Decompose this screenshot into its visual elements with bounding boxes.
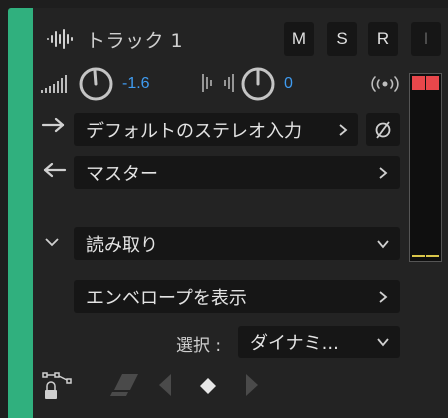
automation-mode-value: 読み取り bbox=[86, 234, 158, 256]
track-color-strip bbox=[8, 8, 33, 418]
chevron-right-icon bbox=[376, 166, 390, 180]
chevron-down-icon bbox=[376, 335, 390, 349]
volume-icon bbox=[41, 75, 67, 93]
meter-level-left bbox=[412, 255, 425, 257]
select-label: 選択 : bbox=[176, 336, 222, 356]
clip-indicator-left[interactable] bbox=[412, 76, 425, 90]
automation-mode-select[interactable]: 読み取り bbox=[74, 227, 400, 260]
input-monitor-button[interactable]: I bbox=[411, 22, 441, 56]
output-arrow-icon bbox=[43, 162, 67, 178]
waveform-icon bbox=[47, 29, 73, 49]
phase-invert-icon bbox=[375, 120, 391, 139]
eraser-icon[interactable] bbox=[108, 370, 144, 400]
pan-knob[interactable] bbox=[240, 66, 276, 102]
chevron-right-icon bbox=[376, 290, 390, 304]
output-select[interactable]: マスター bbox=[74, 156, 400, 189]
mute-button[interactable]: M bbox=[284, 22, 314, 56]
meter-level-right bbox=[426, 255, 439, 257]
solo-button[interactable]: S bbox=[327, 22, 357, 56]
previous-keyframe-icon[interactable] bbox=[156, 372, 174, 398]
show-envelopes-button[interactable]: エンベロープを表示 bbox=[74, 280, 400, 313]
select-dropdown[interactable]: ダイナミ... bbox=[238, 326, 400, 358]
chevron-right-icon bbox=[334, 122, 352, 137]
add-keyframe-icon[interactable] bbox=[198, 376, 218, 396]
clip-indicator-right[interactable] bbox=[426, 76, 439, 90]
automation-collapse-toggle[interactable] bbox=[44, 236, 60, 248]
phase-invert-button[interactable] bbox=[366, 113, 400, 146]
record-arm-button[interactable]: R bbox=[368, 22, 398, 56]
next-keyframe-icon[interactable] bbox=[243, 372, 261, 398]
pan-icon bbox=[202, 74, 234, 92]
input-select[interactable]: デフォルトのステレオ入力 bbox=[74, 113, 358, 146]
chevron-down-icon bbox=[376, 237, 390, 251]
level-meter bbox=[409, 73, 442, 262]
broadcast-icon[interactable] bbox=[368, 74, 402, 94]
input-select-value: デフォルトのステレオ入力 bbox=[86, 120, 302, 142]
input-arrow-icon bbox=[41, 117, 65, 133]
volume-knob[interactable] bbox=[78, 66, 114, 102]
pan-value[interactable]: 0 bbox=[284, 75, 293, 93]
volume-value[interactable]: -1.6 bbox=[122, 75, 150, 93]
output-select-value: マスター bbox=[86, 163, 158, 185]
track-name[interactable]: トラック 1 bbox=[86, 26, 183, 53]
show-envelopes-label: エンベロープを表示 bbox=[86, 287, 247, 309]
lock-envelope-icon[interactable] bbox=[42, 372, 74, 400]
